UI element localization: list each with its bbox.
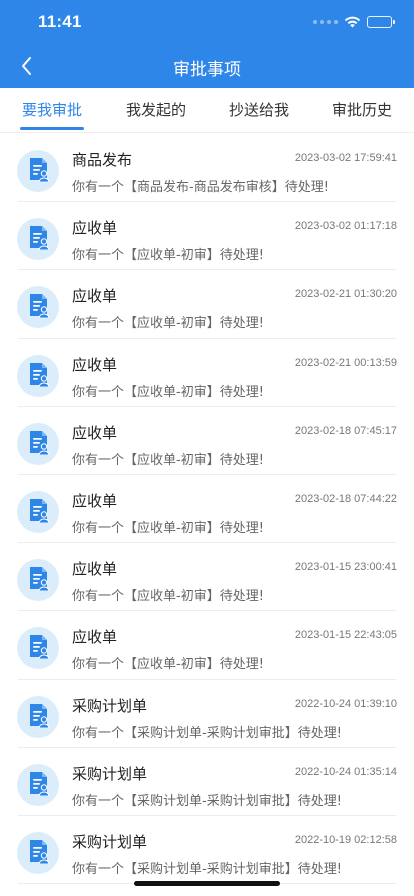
avatar — [17, 150, 59, 192]
tab-bar: 要我审批 我发起的 抄送给我 审批历史 — [0, 88, 414, 133]
item-date: 2023-01-15 22:43:05 — [294, 629, 397, 642]
item-title: 应收单 — [72, 423, 118, 442]
item-title: 应收单 — [72, 560, 118, 579]
status-bar: 11:41 — [0, 0, 414, 44]
item-date: 2023-02-21 01:30:20 — [294, 288, 397, 301]
item-title: 应收单 — [72, 491, 118, 510]
app-header: 11:41 审批事项 — [0, 0, 414, 88]
item-title: 采购计划单 — [72, 832, 148, 851]
avatar — [17, 831, 59, 874]
active-tab-indicator — [20, 127, 84, 130]
approval-document-icon — [25, 565, 51, 595]
avatar — [17, 218, 59, 261]
item-title: 应收单 — [72, 628, 118, 647]
avatar — [17, 354, 59, 397]
item-date: 2023-02-18 07:45:17 — [294, 424, 397, 437]
avatar — [17, 286, 59, 329]
item-message: 你有一个【应收单-初审】待处理! — [72, 248, 264, 264]
approval-list-item[interactable]: 应收单 2023-01-15 22:43:05 你有一个【应收单-初审】待处理! — [0, 611, 414, 680]
avatar — [17, 490, 59, 533]
approval-document-icon — [25, 497, 51, 527]
wifi-icon — [344, 16, 361, 28]
approval-list-item[interactable]: 应收单 2023-02-21 00:13:59 你有一个【应收单-初审】待处理! — [0, 339, 414, 407]
avatar — [17, 559, 59, 602]
approval-document-icon — [25, 224, 51, 254]
item-date: 2023-01-15 23:00:41 — [294, 561, 397, 574]
item-message: 你有一个【商品发布-商品发布审核】待处理! — [72, 180, 329, 195]
item-date: 2023-02-18 07:44:22 — [294, 492, 397, 505]
page-title: 审批事项 — [173, 60, 241, 80]
approval-list-item[interactable]: 商品发布 2023-03-02 17:59:41 你有一个【商品发布-商品发布审核】… — [0, 134, 414, 203]
approval-document-icon — [25, 156, 51, 186]
approval-list-item[interactable]: 采购计划单 2022-10-24 01:35:14 你有一个【采购计划单-采购计划审… — [0, 748, 414, 816]
signal-icon — [313, 20, 338, 24]
tab-cc-to-me[interactable]: 抄送给我 — [220, 88, 298, 133]
tab-initiated[interactable]: 我发起的 — [117, 88, 195, 133]
avatar — [17, 763, 59, 806]
approval-document-icon — [25, 838, 51, 868]
item-message: 你有一个【应收单-初审】待处理! — [72, 589, 264, 605]
tab-history[interactable]: 审批历史 — [323, 88, 401, 133]
approval-document-icon — [25, 633, 51, 663]
item-message: 你有一个【应收单-初审】待处理! — [72, 657, 264, 673]
approval-list-item[interactable]: 采购计划单 2022-10-19 02:12:58 你有一个【采购计划单-采购计划审… — [0, 816, 414, 885]
item-title: 应收单 — [72, 355, 118, 374]
item-title: 商品发布 — [72, 151, 133, 169]
approval-document-icon — [25, 702, 51, 732]
item-date: 2023-03-02 01:17:18 — [294, 220, 397, 233]
approval-list-item[interactable]: 应收单 2023-02-21 01:30:20 你有一个【应收单-初审】待处理! — [0, 270, 414, 339]
approval-list-item[interactable]: 应收单 2023-02-18 07:44:22 你有一个【应收单-初审】待处理! — [0, 475, 414, 544]
item-title: 采购计划单 — [72, 696, 148, 715]
item-date: 2022-10-24 01:35:14 — [294, 765, 397, 778]
approval-document-icon — [25, 770, 51, 800]
approval-document-icon — [25, 429, 51, 459]
item-date: 2022-10-19 02:12:58 — [294, 833, 397, 846]
avatar — [17, 627, 59, 670]
item-message: 你有一个【应收单-初审】待处理! — [72, 452, 264, 468]
item-message: 你有一个【应收单-初审】待处理! — [72, 520, 264, 536]
approval-list: 商品发布 2023-03-02 17:59:41 你有一个【商品发布-商品发布审核】… — [0, 134, 414, 885]
approval-document-icon — [25, 361, 51, 391]
approval-list-item[interactable]: 应收单 2023-03-02 01:17:18 你有一个【应收单-初审】待处理! — [0, 202, 414, 271]
item-message: 你有一个【采购计划单-采购计划审批】待处理! — [72, 793, 342, 809]
avatar — [17, 695, 59, 738]
item-date: 2023-02-21 00:13:59 — [294, 356, 397, 369]
item-title: 应收单 — [72, 287, 118, 306]
item-message: 你有一个【应收单-初审】待处理! — [72, 316, 264, 332]
item-message: 你有一个【采购计划单-采购计划审批】待处理! — [72, 861, 342, 877]
approval-list-item[interactable]: 采购计划单 2022-10-24 01:39:10 你有一个【采购计划单-采购计划审… — [0, 680, 414, 748]
nav-bar: 审批事项 — [0, 44, 414, 88]
item-message: 你有一个【应收单-初审】待处理! — [72, 384, 264, 400]
item-message: 你有一个【采购计划单-采购计划审批】待处理! — [72, 725, 342, 741]
status-icons — [313, 14, 395, 30]
avatar — [17, 422, 59, 465]
item-title: 采购计划单 — [72, 764, 148, 783]
item-date: 2022-10-24 01:39:10 — [294, 697, 397, 710]
approval-list-item[interactable]: 应收单 2023-02-18 07:45:17 你有一个【应收单-初审】待处理! — [0, 407, 414, 475]
status-time: 11:41 — [38, 12, 82, 31]
battery-icon — [367, 16, 395, 28]
item-title: 应收单 — [72, 219, 118, 238]
approval-list-item[interactable]: 应收单 2023-01-15 23:00:41 你有一个【应收单-初审】待处理! — [0, 543, 414, 612]
home-indicator — [134, 881, 280, 886]
item-date: 2023-03-02 17:59:41 — [294, 152, 397, 164]
approval-document-icon — [25, 292, 51, 322]
